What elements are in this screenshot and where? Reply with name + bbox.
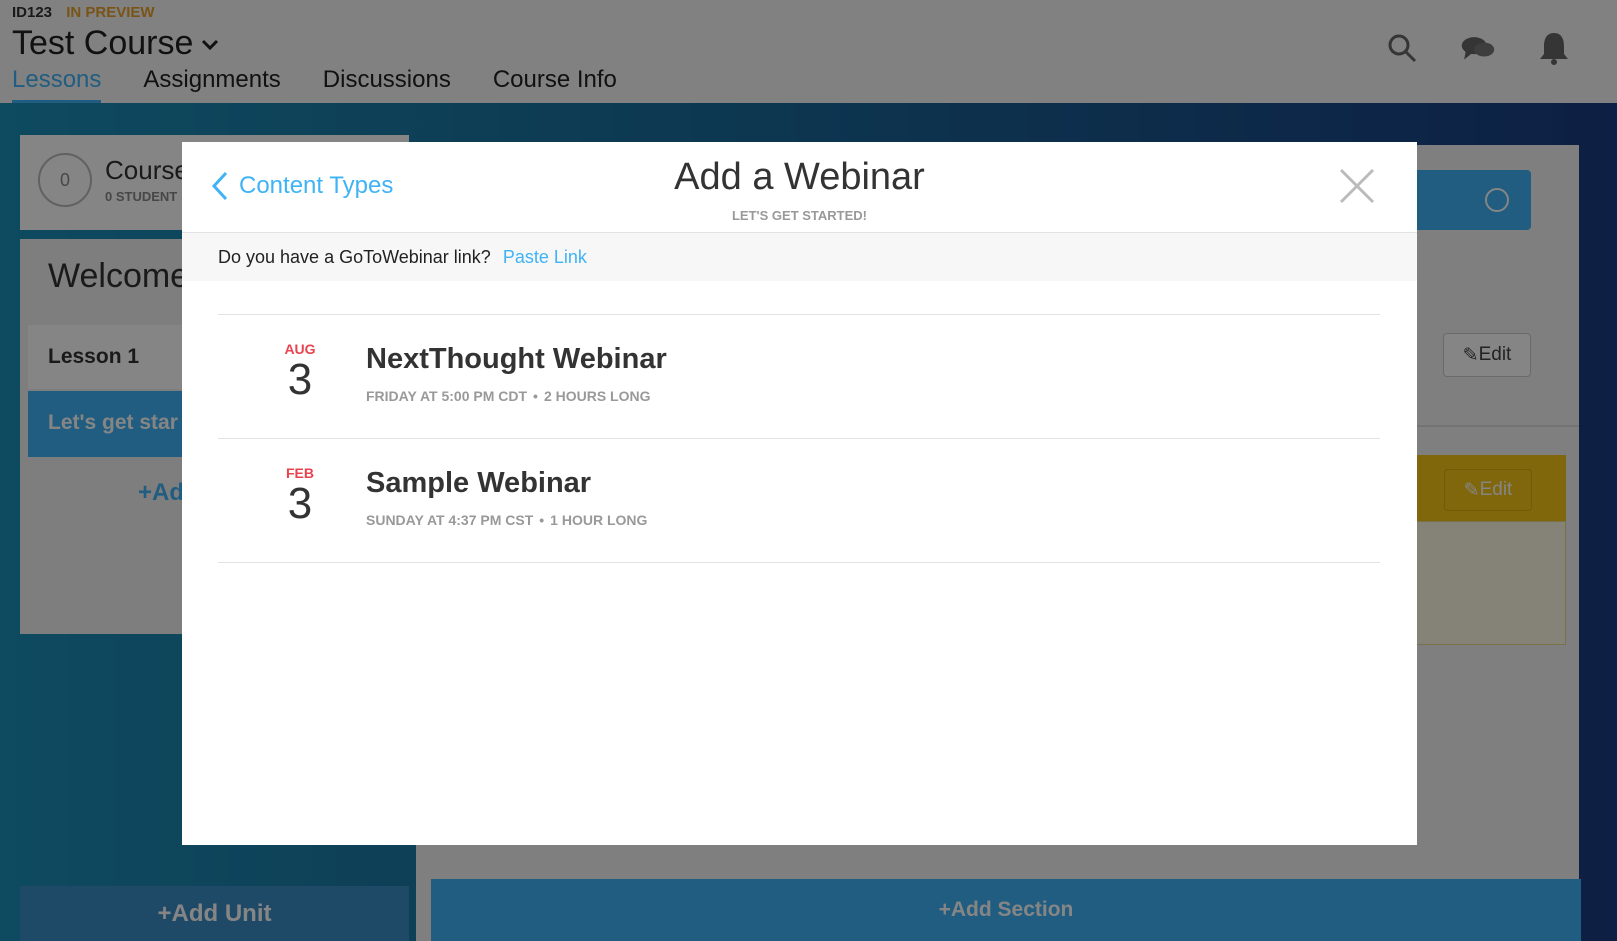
close-icon[interactable] [1337,166,1377,206]
webinar-date: AUG 3 [270,341,330,403]
webinar-name: Sample Webinar [366,467,592,499]
webinar-day: 3 [287,479,313,528]
dialog-header: Content Types Add a Webinar LET'S GET ST… [182,142,1417,233]
webinar-info: NextThought Webinar FRIDAY AT 5:00 PM CD… [366,343,667,404]
webinar-meta: FRIDAY AT 5:00 PM CDT • 2 HOURS LONG [366,388,667,404]
webinar-time: SUNDAY AT 4:37 PM CST [366,512,534,528]
paste-link-bar: Do you have a GoToWebinar link? Paste Li… [182,233,1417,281]
add-webinar-dialog: Content Types Add a Webinar LET'S GET ST… [182,142,1417,845]
webinar-day: 3 [287,355,313,404]
dialog-subtitle: LET'S GET STARTED! [731,208,867,223]
webinar-date: FEB 3 [270,465,330,527]
webinar-time: FRIDAY AT 5:00 PM CDT [366,388,528,404]
webinar-meta: SUNDAY AT 4:37 PM CST • 1 HOUR LONG [366,512,647,528]
paste-question: Do you have a GoToWebinar link? [218,246,491,267]
paste-link-button[interactable]: Paste Link [503,247,587,268]
webinar-name: NextThought Webinar [366,343,667,375]
bullet-separator: • [539,512,545,528]
webinar-item[interactable]: AUG 3 NextThought Webinar FRIDAY AT 5:00… [218,315,1380,439]
webinar-item[interactable]: FEB 3 Sample Webinar SUNDAY AT 4:37 PM C… [218,439,1380,563]
webinar-info: Sample Webinar SUNDAY AT 4:37 PM CST • 1 H… [366,467,647,528]
webinar-duration: 2 HOURS LONG [543,388,651,404]
bullet-separator: • [533,388,538,404]
dialog-title: Add a Webinar [674,156,925,198]
webinar-duration: 1 HOUR LONG [550,512,648,528]
webinar-list: AUG 3 NextThought Webinar FRIDAY AT 5:00… [218,314,1380,563]
